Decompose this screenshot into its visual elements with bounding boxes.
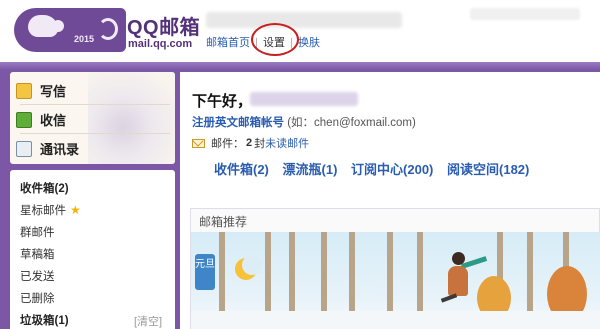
qq-mail-logo[interactable]: 2015 (14, 8, 126, 52)
quick-links: 收件箱(2) 漂流瓶(1) 订阅中心(200) 阅读空间(182) (214, 159, 539, 178)
contacts-button[interactable]: 通讯录 (16, 139, 79, 158)
quick-link-inbox[interactable]: 收件箱(2) (214, 162, 269, 177)
nav-decoration-art (88, 72, 175, 164)
settings-highlight-circle (251, 23, 299, 56)
top-right-redacted (470, 8, 580, 20)
sheep-head-icon (52, 20, 64, 32)
folder-drafts[interactable]: 草稿箱 (20, 246, 55, 262)
folder-starred[interactable]: 星标邮件 ★ (20, 202, 81, 218)
logo-year: 2015 (74, 34, 95, 44)
write-mail-button[interactable]: 写信 (16, 81, 66, 100)
frame-top-band (0, 62, 600, 70)
new-year-badge: 元旦 (195, 254, 215, 290)
snow-ground (191, 311, 600, 329)
greeting: 下午好， (192, 93, 253, 110)
clear-spam-link[interactable]: [清空] (134, 313, 162, 329)
nav-divider (20, 133, 170, 134)
register-hint: (如：chen@foxmail.com) (287, 117, 416, 129)
account-name-redacted (206, 12, 402, 28)
brand-title[interactable]: QQ邮箱 (127, 11, 200, 40)
pencil-paper-icon (16, 82, 32, 99)
register-line: 注册英文邮箱帐号 (如：chen@foxmail.com) (192, 114, 416, 130)
folder-inbox[interactable]: 收件箱(2) (20, 180, 69, 196)
inbox-download-icon (16, 111, 32, 128)
skin-link[interactable]: 换肤 (298, 37, 320, 49)
folder-group[interactable]: 群邮件 (20, 224, 55, 240)
star-icon: ★ (70, 203, 81, 217)
quick-link-drift-bottle[interactable]: 漂流瓶(1) (283, 162, 338, 177)
write-mail-label: 写信 (40, 84, 67, 99)
quick-link-reading-space[interactable]: 阅读空间(182) (447, 162, 529, 177)
brand-domain: mail.qq.com (128, 38, 193, 50)
folder-spam[interactable]: 垃圾箱(1) (20, 312, 69, 328)
home-link[interactable]: 邮箱首页 (206, 37, 250, 49)
quick-link-subscriptions[interactable]: 订阅中心(200) (351, 162, 433, 177)
receive-mail-button[interactable]: 收信 (16, 110, 66, 129)
logo-flourish-icon (98, 18, 118, 40)
crescent-moon-icon (235, 255, 262, 280)
skater-body-icon (448, 266, 468, 296)
mail-unit: 封 (254, 138, 266, 150)
receive-mail-label: 收信 (40, 113, 67, 128)
nav-divider (20, 104, 170, 105)
mail-count: 2 (246, 137, 253, 149)
contacts-label: 通讯录 (40, 142, 80, 157)
top-header: 2015 QQ邮箱 mail.qq.com 邮箱首页 | 设置 | 换肤 (0, 0, 600, 62)
unread-mail-link[interactable]: 未读邮件 (265, 135, 309, 151)
folder-starred-label: 星标邮件 (20, 205, 66, 217)
recommend-title: 邮箱推荐 (199, 215, 248, 229)
mail-summary: 邮件： 2 封 未读邮件 (192, 135, 309, 151)
folder-sent[interactable]: 已发送 (20, 268, 55, 284)
mail-prefix: 邮件： (211, 138, 244, 150)
contact-card-icon (16, 140, 32, 157)
register-english-link[interactable]: 注册英文邮箱帐号 (192, 117, 284, 129)
skater-leg-icon (440, 293, 458, 303)
folder-deleted[interactable]: 已删除 (20, 290, 55, 306)
new-year-banner[interactable]: 元旦 (191, 232, 600, 329)
envelope-icon (192, 138, 205, 148)
user-name-redacted (250, 92, 358, 106)
